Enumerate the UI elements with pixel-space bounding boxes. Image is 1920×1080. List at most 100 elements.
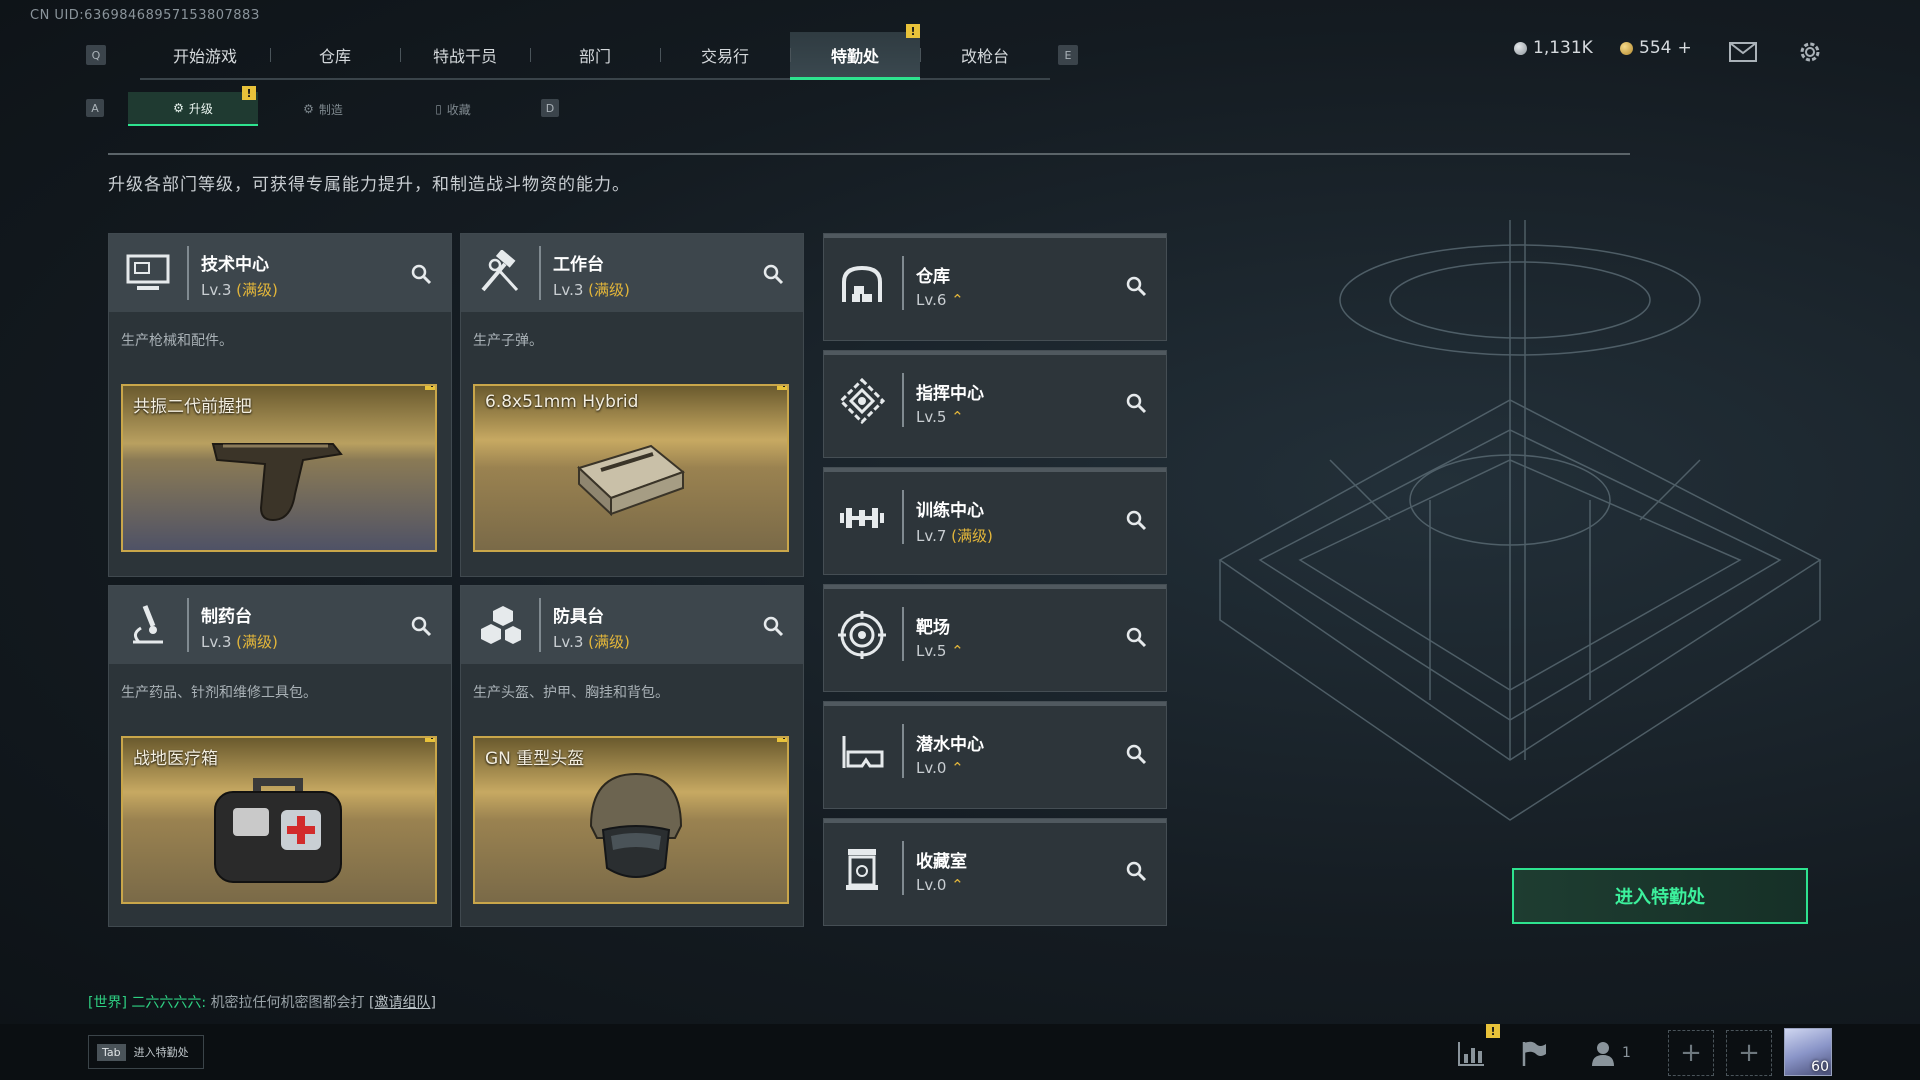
building-training-center[interactable]: 训练中心 Lv.7 (满级) [823,467,1167,575]
tab-gunsmith[interactable]: 改枪台 [920,32,1050,78]
product-preview[interactable]: 6.8x51mm Hybrid ! [473,384,789,552]
subtab-craft[interactable]: ⚙ 制造 [258,92,388,126]
main-nav: 开始游戏 仓库 特战干员 部门 交易行 特勤处 ! 改枪台 [140,24,1050,80]
team-slot-add-1[interactable]: + [1668,1030,1714,1076]
upgrade-icon: ⚙ [173,101,184,115]
card-separator [187,598,189,652]
gear-icon[interactable] [1796,38,1824,66]
card-separator [902,490,904,544]
silver-coin-icon [1514,41,1527,55]
product-preview[interactable]: GN 重型头盔 ! [473,736,789,904]
card-level: Lv.6 ⌃ [916,291,964,309]
tab-departments[interactable]: 部门 [530,32,660,78]
friends-button[interactable]: 1 [1590,1040,1631,1066]
base-blueprint-image [1218,220,1822,821]
card-strip [824,819,1166,823]
search-icon[interactable] [1124,625,1148,649]
card-separator [539,598,541,652]
card-title: 训练中心 [916,501,984,521]
tab-operators[interactable]: 特战干员 [400,32,530,78]
card-level: Lv.5 ⌃ [916,408,964,426]
card-description: 生产枪械和配件。 [121,333,233,349]
product-name: 6.8x51mm Hybrid [485,392,639,412]
card-title: 制药台 [201,607,252,627]
tab-market[interactable]: 交易行 [660,32,790,78]
enter-special-ops-button[interactable]: 进入特勤处 [1512,868,1808,924]
dept-card-tech-center[interactable]: 技术中心 Lv.3 (满级) 生产枪械和配件。 共振二代前握把 ! [108,233,452,577]
flag-icon[interactable] [1518,1038,1548,1068]
card-title: 潜水中心 [916,735,984,755]
d-key-hint: D [541,99,559,117]
tab-special-ops-label: 特勤处 [830,46,879,66]
friends-icon [1592,1042,1614,1066]
building-warehouse[interactable]: 仓库 Lv.6 ⌃ [823,233,1167,341]
tab-warehouse[interactable]: 仓库 [270,32,400,78]
subtab-upgrade[interactable]: ⚙ 升级 ! [128,86,258,126]
collection-case-icon [846,849,878,890]
product-preview[interactable]: 战地医疗箱 ! [121,736,437,904]
target-icon [838,611,886,659]
card-level: Lv.3 (满级) [201,633,278,651]
search-icon[interactable] [1124,391,1148,415]
card-level: Lv.3 (满级) [553,281,630,299]
building-command-center[interactable]: 指挥中心 Lv.5 ⌃ [823,350,1167,458]
card-title: 靶场 [916,618,950,638]
card-title: 防具台 [553,607,604,627]
monitor-icon [126,254,170,290]
chat-channel: [世界] [88,995,127,1011]
upgrade-arrow-icon: ⌃ [951,408,964,426]
card-strip [824,585,1166,589]
card-level: Lv.5 ⌃ [916,642,964,660]
silver-amount: 1,131K [1533,38,1593,58]
helmet-image [589,772,683,878]
tab-hint-button[interactable]: Tab 进入特勤处 [88,1035,204,1069]
product-name: GN 重型头盔 [485,749,585,769]
e-key-hint: E [1058,45,1078,65]
alert-badge: ! [425,386,435,390]
alert-badge: ! [906,24,920,38]
card-level: Lv.0 ⌃ [916,876,964,894]
player-avatar[interactable]: 60 [1784,1028,1832,1076]
a-key-hint: A [86,99,104,117]
alert-badge: ! [777,738,787,742]
building-shooting-range[interactable]: 靶场 Lv.5 ⌃ [823,584,1167,692]
tab-start-game[interactable]: 开始游戏 [140,32,270,78]
gold-amount: 554 [1639,38,1672,58]
subtab-craft-label: 制造 [318,102,343,117]
q-key-hint: Q [86,45,106,65]
subtab-upgrade-label: 升级 [188,101,213,116]
collection-icon: ▯ [435,102,442,116]
warehouse-icon [842,265,882,302]
building-collection-room[interactable]: 收藏室 Lv.0 ⌃ [823,818,1167,926]
search-icon[interactable] [1124,859,1148,883]
search-icon[interactable] [1124,508,1148,532]
plus-icon: + [1738,1038,1760,1068]
mail-icon[interactable] [1729,42,1757,62]
divider [108,153,1630,155]
bottom-bar [0,1024,1920,1080]
search-icon[interactable] [1124,274,1148,298]
silver-currency: 1,131K [1514,38,1593,58]
search-icon[interactable] [1124,742,1148,766]
tab-special-ops[interactable]: 特勤处 ! [790,24,920,80]
upgrade-arrow-icon: ⌃ [951,291,964,309]
gold-currency[interactable]: 554 + [1620,38,1692,58]
dept-card-armor[interactable]: 防具台 Lv.3 (满级) 生产头盔、护甲、胸挂和背包。 GN 重型头盔 ! [460,585,804,927]
dept-card-pharmacy[interactable]: 制药台 Lv.3 (满级) 生产药品、针剂和维修工具包。 战地医疗箱 ! [108,585,452,927]
search-icon[interactable] [409,262,433,286]
chat-sender[interactable]: 二六六六六: [131,995,206,1011]
chat-invite-link[interactable]: [邀请组队] [369,995,436,1011]
card-separator [539,246,541,300]
team-slot-add-2[interactable]: + [1726,1030,1772,1076]
stats-icon[interactable] [1456,1038,1486,1068]
dept-card-workbench[interactable]: 工作台 Lv.3 (满级) 生产子弹。 6.8x51mm Hybrid ! [460,233,804,577]
subtab-collection[interactable]: ▯ 收藏 [388,92,518,126]
player-level: 60 [1811,1059,1829,1075]
gold-plus[interactable]: + [1677,38,1691,58]
search-icon[interactable] [761,614,785,638]
search-icon[interactable] [409,614,433,638]
product-preview[interactable]: 共振二代前握把 ! [121,384,437,552]
chat-message: 机密拉任何机密图都会打 [210,995,365,1011]
building-diving-center[interactable]: 潜水中心 Lv.0 ⌃ [823,701,1167,809]
search-icon[interactable] [761,262,785,286]
